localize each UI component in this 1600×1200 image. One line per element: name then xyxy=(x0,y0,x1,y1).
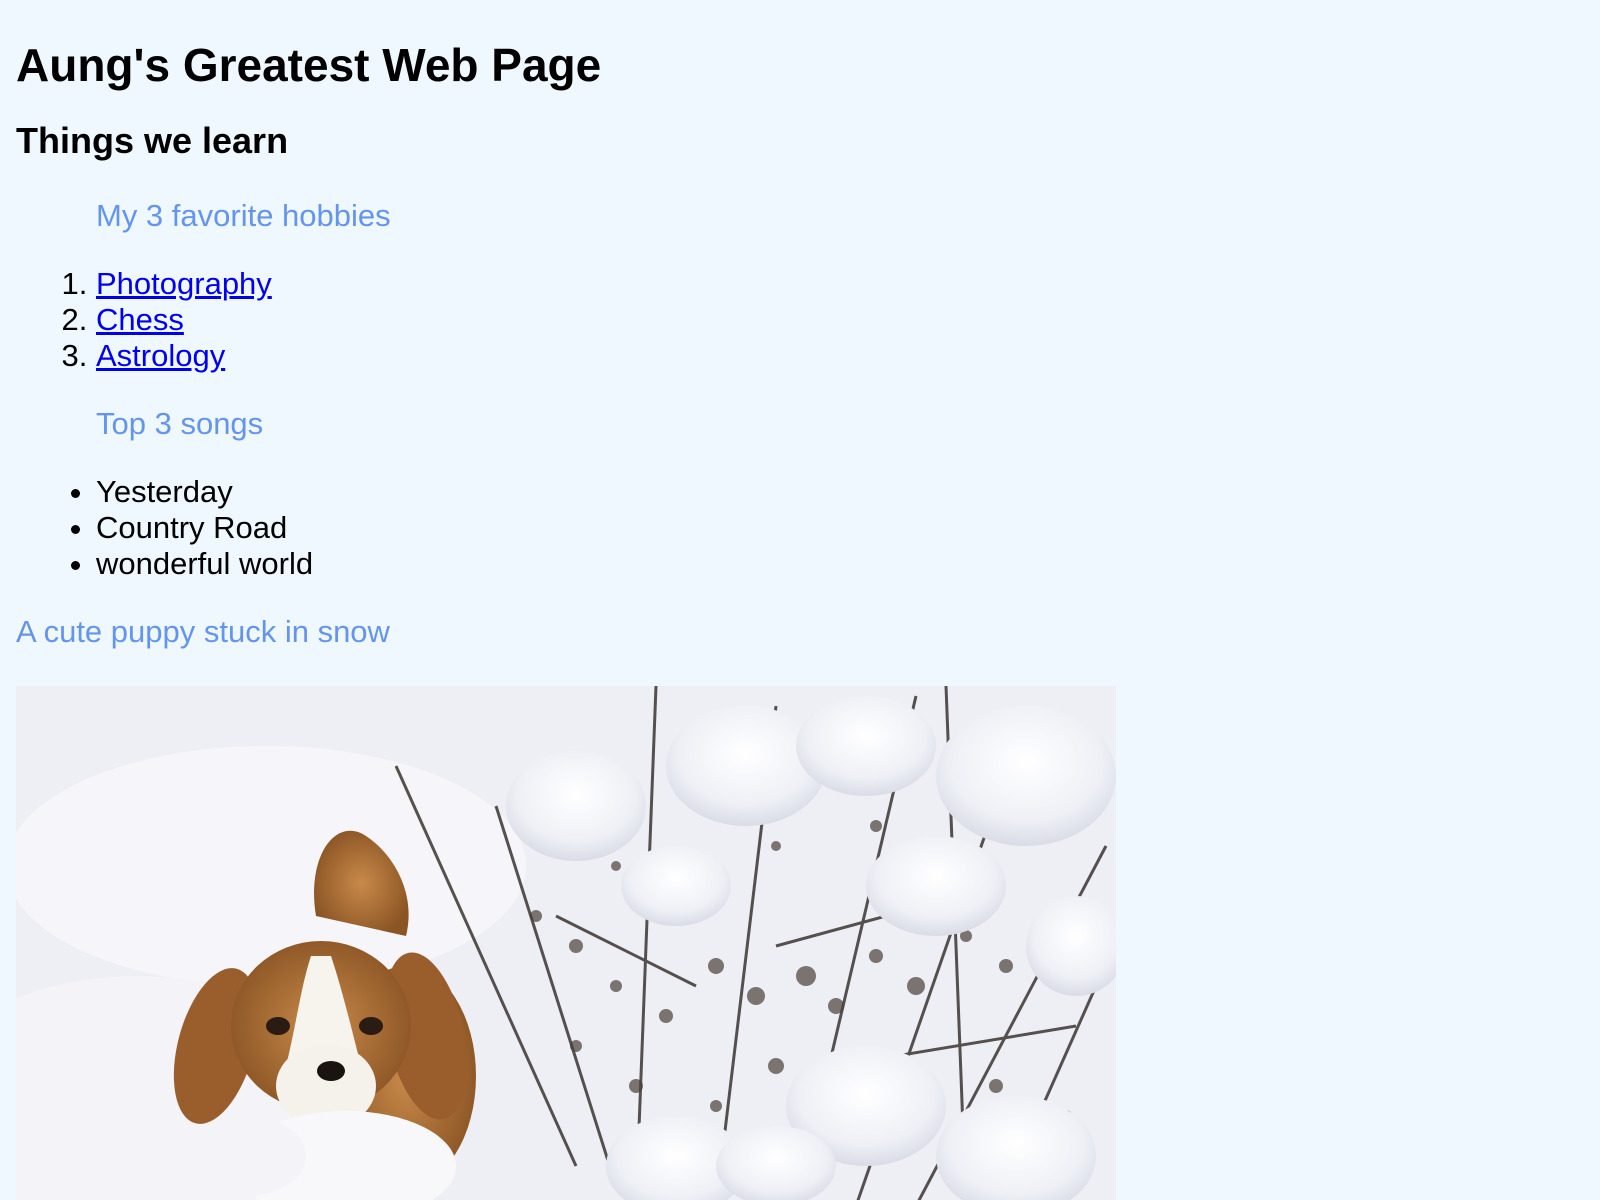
puppy-photo xyxy=(16,686,1116,1200)
page: Aung's Greatest Web Page Things we learn… xyxy=(0,0,1600,1200)
hobby-link-chess[interactable]: Chess xyxy=(96,302,184,337)
song-item: Country Road xyxy=(96,510,1584,546)
section-heading: Things we learn xyxy=(16,120,289,161)
hobby-item: Chess xyxy=(96,302,1584,338)
song-item: wonderful world xyxy=(96,546,1584,582)
hobby-link-photography[interactable]: Photography xyxy=(96,266,272,301)
hobbies-list: Photography Chess Astrology xyxy=(16,266,1584,374)
song-item: Yesterday xyxy=(96,474,1584,510)
hobby-item: Astrology xyxy=(96,338,1584,374)
hobbies-caption: My 3 favorite hobbies xyxy=(96,198,391,233)
hobby-link-astrology[interactable]: Astrology xyxy=(96,338,225,373)
puppy-caption: A cute puppy stuck in snow xyxy=(16,614,390,649)
songs-list: Yesterday Country Road wonderful world xyxy=(16,474,1584,582)
puppy-in-snow-image xyxy=(16,686,1116,1200)
songs-caption: Top 3 songs xyxy=(96,406,264,441)
hobby-item: Photography xyxy=(96,266,1584,302)
page-title: Aung's Greatest Web Page xyxy=(16,39,602,91)
